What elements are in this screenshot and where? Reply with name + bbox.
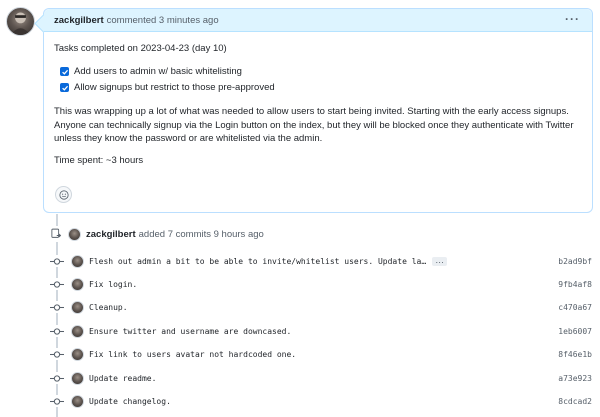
commits-action: added 7 commits: [138, 228, 211, 240]
commits-author[interactable]: zackgilbert: [86, 229, 136, 240]
comment-body: Tasks completed on 2023-04-23 (day 10) A…: [44, 32, 592, 168]
git-commit-icon: [49, 255, 65, 267]
comment-paragraph: This was wrapping up a lot of what was n…: [54, 105, 574, 145]
avatar[interactable]: [71, 254, 84, 268]
task-label: Allow signups but restrict to those pre-…: [74, 81, 275, 93]
avatar[interactable]: [71, 347, 84, 361]
comment-header: zackgilbert commented 3 minutes ago ···: [44, 9, 592, 32]
commit-row: Cleanup. c470a67: [49, 299, 594, 315]
avatar[interactable]: [71, 371, 84, 385]
time-spent: Time spent: ~3 hours: [54, 155, 144, 167]
commit-message[interactable]: Flesh out admin a bit to be able to invi…: [89, 257, 426, 266]
commit-sha[interactable]: b2ad9bf: [558, 257, 592, 266]
commit-sha[interactable]: 8f46e1b: [558, 350, 592, 359]
avatar[interactable]: [71, 300, 84, 314]
commit-row: Fix link to users avatar not hardcoded o…: [49, 346, 594, 362]
commit-sha[interactable]: 8cdcad2: [558, 397, 592, 406]
expand-message-button[interactable]: …: [432, 255, 448, 266]
author-avatar[interactable]: [6, 7, 35, 36]
comment-time[interactable]: 3 minutes ago: [159, 15, 219, 26]
comment-author[interactable]: zackgilbert: [54, 15, 104, 26]
commit-sha[interactable]: c470a67: [558, 303, 592, 312]
commit-message[interactable]: Update readme.: [89, 374, 156, 383]
avatar[interactable]: [71, 324, 84, 338]
git-commit-icon: [49, 395, 65, 407]
commit-sha[interactable]: a73e923: [558, 374, 592, 383]
git-commit-icon: [49, 278, 65, 290]
comment-box: zackgilbert commented 3 minutes ago ··· …: [43, 8, 593, 213]
comment-action: commented: [106, 14, 157, 26]
task-label: Add users to admin w/ basic whitelisting: [74, 65, 242, 77]
task-checkbox[interactable]: [60, 83, 69, 93]
git-commit-icon: [49, 372, 65, 384]
commit-row: Ensure twitter and username are downcase…: [49, 323, 594, 339]
git-commit-icon: [49, 348, 65, 360]
avatar[interactable]: [71, 394, 84, 408]
commit-message[interactable]: Update changelog.: [89, 397, 171, 406]
commit-row: Fix login. 9fb4af8: [49, 276, 594, 292]
commit-row: Flesh out admin a bit to be able to invi…: [49, 253, 594, 269]
comment-heading: Tasks completed on 2023-04-23 (day 10): [54, 43, 227, 54]
commit-row: Update readme. a73e923: [49, 370, 594, 386]
commit-sha[interactable]: 1eb6007: [558, 327, 592, 336]
task-checkbox[interactable]: [60, 67, 69, 77]
commits-event: zackgilbert added 7 commits 9 hours ago: [48, 226, 264, 242]
commit-message[interactable]: Cleanup.: [89, 303, 128, 312]
task-list: Add users to admin w/ basic whitelisting…: [60, 64, 582, 96]
kebab-horizontal-icon[interactable]: ···: [565, 12, 580, 26]
task-item: Add users to admin w/ basic whitelisting: [60, 64, 582, 80]
commit-message[interactable]: Fix login.: [89, 280, 137, 289]
commit-message[interactable]: Ensure twitter and username are downcase…: [89, 327, 291, 336]
commits-time[interactable]: 9 hours ago: [214, 229, 264, 240]
avatar[interactable]: [71, 277, 84, 291]
timeline-line: [56, 214, 58, 417]
commit-sha[interactable]: 9fb4af8: [558, 280, 592, 289]
repo-push-icon: [48, 226, 64, 242]
git-commit-icon: [49, 301, 65, 313]
git-commit-icon: [49, 325, 65, 337]
smiley-icon[interactable]: [55, 186, 72, 203]
avatar[interactable]: [68, 227, 81, 241]
task-item: Allow signups but restrict to those pre-…: [60, 80, 582, 96]
commit-message[interactable]: Fix link to users avatar not hardcoded o…: [89, 350, 296, 359]
commit-row: Update changelog. 8cdcad2: [49, 393, 594, 409]
